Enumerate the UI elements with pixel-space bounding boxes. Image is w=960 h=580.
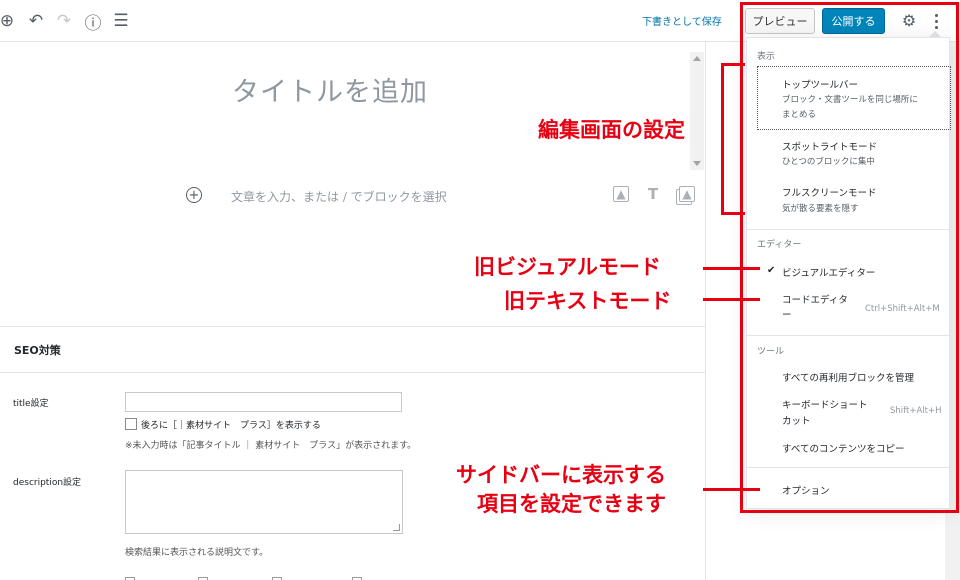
append-site-label: 後ろに［｜素材サイト プラス］を表示する bbox=[141, 421, 321, 431]
title-note: ※未入力時は「記事タイトル ｜ 素材サイト プラス」が表示されます。 bbox=[125, 441, 417, 451]
outline-icon[interactable]: ☰ bbox=[110, 10, 132, 32]
annotation-editor-settings: 編集画面の設定 bbox=[538, 118, 685, 142]
seo-description-textarea[interactable] bbox=[125, 470, 403, 534]
redo-icon[interactable]: ↷ bbox=[53, 10, 75, 32]
append-site-checkbox[interactable] bbox=[125, 418, 137, 430]
seo-meta-box: SEO対策 title設定 後ろに［｜素材サイト プラス］を表示する ※未入力時… bbox=[0, 326, 760, 580]
seo-heading: SEO対策 bbox=[0, 327, 760, 373]
paragraph-placeholder[interactable]: 文章を入力、または / でブロックを選択 bbox=[231, 188, 447, 205]
annotation-line-text bbox=[703, 298, 760, 301]
description-note: 検索結果に表示される説明文です。 bbox=[125, 548, 269, 558]
add-block-icon[interactable]: ⊕ bbox=[0, 10, 18, 32]
title-scrollbar[interactable] bbox=[690, 52, 704, 170]
inserter-add-icon[interactable]: + bbox=[186, 187, 202, 203]
post-title-input[interactable]: タイトルを追加 bbox=[232, 70, 428, 109]
description-setting-label: description設定 bbox=[13, 478, 82, 488]
annotation-line-sidebar bbox=[703, 488, 760, 491]
annotation-old-visual: 旧ビジュアルモード bbox=[474, 255, 661, 279]
annotation-sidebar-2: 項目を設定できます bbox=[477, 492, 666, 516]
annotation-sidebar-1: サイドバーに表示する bbox=[456, 463, 666, 487]
seo-title-input[interactable] bbox=[125, 392, 402, 412]
info-icon[interactable]: ⓘ bbox=[82, 10, 104, 34]
annotation-line-visual bbox=[703, 267, 760, 270]
scroll-down-icon bbox=[693, 161, 701, 166]
annotation-bracket bbox=[721, 63, 745, 215]
image-icon[interactable]: ▲ bbox=[613, 186, 629, 202]
annotation-frame bbox=[740, 2, 959, 513]
gallery-icon[interactable]: ▲ bbox=[679, 186, 695, 202]
title-setting-label: title設定 bbox=[13, 399, 49, 409]
heading-icon[interactable]: T bbox=[645, 185, 661, 203]
save-draft-link[interactable]: 下書きとして保存 bbox=[642, 13, 722, 28]
undo-icon[interactable]: ↶ bbox=[25, 10, 47, 32]
annotation-old-text: 旧テキストモード bbox=[504, 289, 672, 313]
scroll-up-icon bbox=[693, 56, 701, 61]
